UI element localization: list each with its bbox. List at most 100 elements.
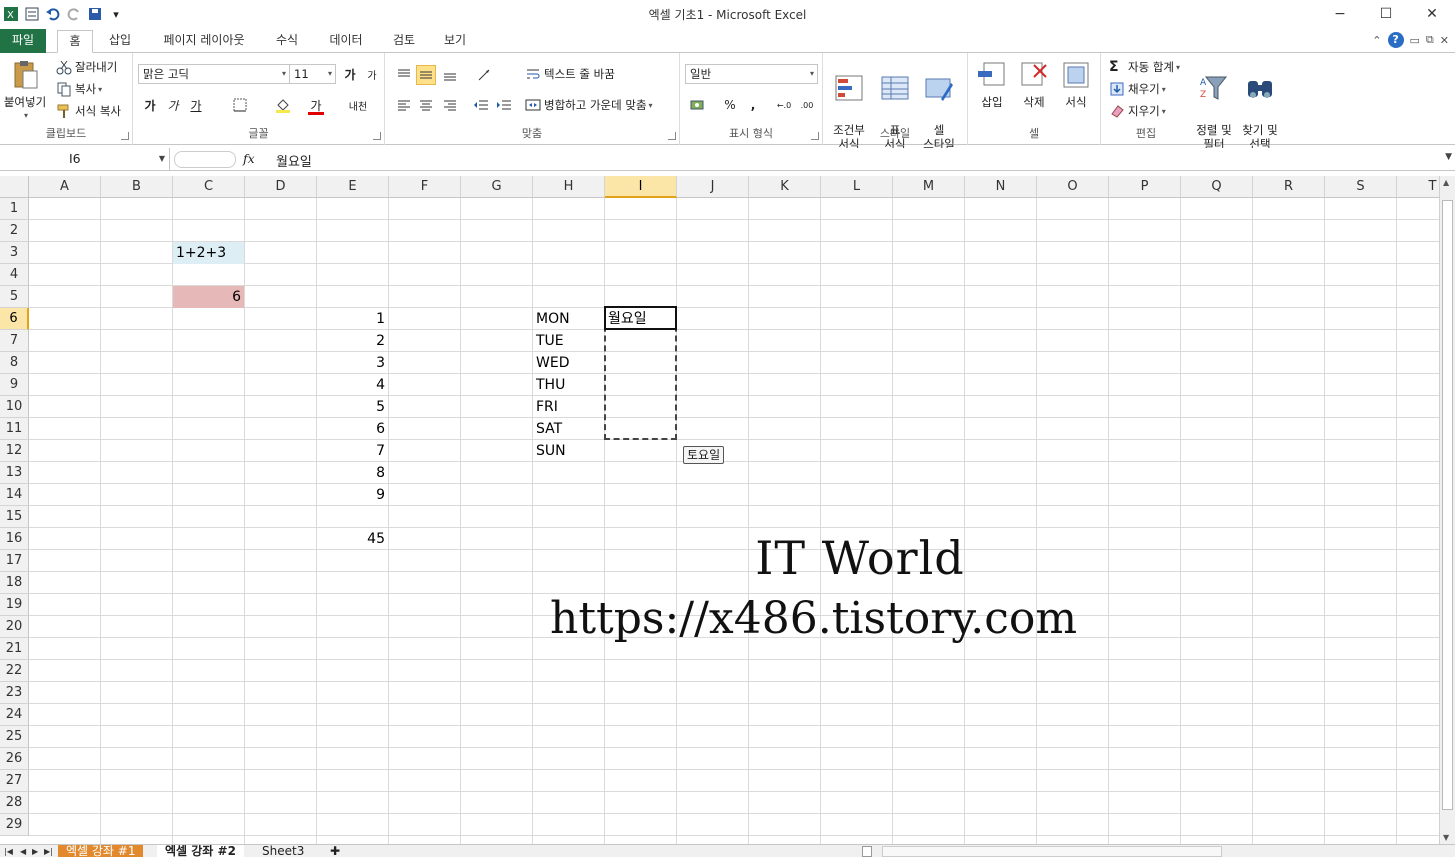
cell-e9[interactable]: 4 bbox=[317, 374, 388, 396]
collapse-ribbon-icon[interactable]: ⌃ bbox=[1372, 34, 1381, 47]
delete-cells-button[interactable]: 삭제 bbox=[1012, 59, 1056, 109]
clipboard-launcher-icon[interactable] bbox=[121, 132, 129, 140]
column-header-l[interactable]: L bbox=[821, 176, 893, 198]
cell-h10[interactable]: FRI bbox=[533, 396, 604, 418]
active-cell-border[interactable] bbox=[604, 306, 677, 330]
cell-h7[interactable]: TUE bbox=[533, 330, 604, 352]
font-size-combo[interactable]: 11 ▾ bbox=[289, 64, 336, 84]
underline-button[interactable]: 가 bbox=[186, 95, 206, 115]
comma-button[interactable]: , bbox=[743, 95, 763, 115]
scrollbar-thumb[interactable] bbox=[1442, 200, 1453, 810]
tab-view[interactable]: 보기 bbox=[434, 30, 476, 53]
row-header-10[interactable]: 10 bbox=[0, 396, 29, 418]
tab-review[interactable]: 검토 bbox=[383, 30, 425, 53]
cell-h6[interactable]: MON bbox=[533, 308, 604, 330]
row-header-12[interactable]: 12 bbox=[0, 440, 29, 462]
align-top-icon[interactable] bbox=[394, 65, 414, 85]
hscroll-left-icon[interactable] bbox=[862, 846, 872, 857]
minimize-button[interactable]: − bbox=[1317, 2, 1363, 26]
column-header-q[interactable]: Q bbox=[1181, 176, 1253, 198]
worksheet-grid[interactable]: ABCDEFGHIJKLMNOPQRST 1 2 3 4 5 6 7 8 9 10 11 12 13 14… bbox=[0, 176, 1439, 844]
tab-page-layout[interactable]: 페이지 레이아웃 bbox=[150, 30, 258, 53]
formula-input[interactable]: 월요일 bbox=[276, 151, 312, 170]
shrink-font-button[interactable]: 가 bbox=[362, 64, 382, 84]
row-header-18[interactable]: 18 bbox=[0, 572, 29, 594]
phonetic-button[interactable]: 내천 bbox=[348, 95, 368, 115]
tab-file[interactable]: 파일 bbox=[0, 29, 46, 53]
doc-close-icon[interactable]: ✕ bbox=[1440, 34, 1449, 47]
row-header-23[interactable]: 23 bbox=[0, 682, 29, 704]
sheet-tab-3[interactable]: Sheet3 bbox=[254, 845, 312, 857]
help-icon[interactable]: ? bbox=[1387, 32, 1404, 48]
align-right-icon[interactable] bbox=[440, 95, 460, 115]
close-button[interactable]: ✕ bbox=[1409, 2, 1455, 26]
sheet-tab-2[interactable]: 엑셀 강좌 #2 bbox=[157, 845, 244, 857]
row-header-16[interactable]: 16 bbox=[0, 528, 29, 550]
column-header-p[interactable]: P bbox=[1109, 176, 1181, 198]
row-header-14[interactable]: 14 bbox=[0, 484, 29, 506]
row-header-5[interactable]: 5 bbox=[0, 286, 29, 308]
orientation-icon[interactable] bbox=[475, 65, 495, 85]
row-header-22[interactable]: 22 bbox=[0, 660, 29, 682]
cut-button[interactable]: 잘라내기 bbox=[56, 59, 117, 75]
font-color-button[interactable]: 가 bbox=[306, 95, 326, 115]
cell-e7[interactable]: 2 bbox=[317, 330, 388, 352]
column-header-s[interactable]: S bbox=[1325, 176, 1397, 198]
expand-formula-bar-icon[interactable]: ▼ bbox=[1445, 152, 1452, 162]
tab-insert[interactable]: 삽입 bbox=[99, 30, 141, 53]
border-icon[interactable] bbox=[230, 95, 250, 115]
row-header-25[interactable]: 25 bbox=[0, 726, 29, 748]
currency-icon[interactable] bbox=[688, 95, 708, 115]
cell-e6[interactable]: 1 bbox=[317, 308, 388, 330]
row-header-19[interactable]: 19 bbox=[0, 594, 29, 616]
row-header-26[interactable]: 26 bbox=[0, 748, 29, 770]
row-header-4[interactable]: 4 bbox=[0, 264, 29, 286]
prev-sheet-icon[interactable]: ◀ bbox=[20, 845, 26, 857]
increase-indent-icon[interactable] bbox=[494, 95, 514, 115]
percent-button[interactable]: % bbox=[720, 95, 740, 115]
row-header-2[interactable]: 2 bbox=[0, 220, 29, 242]
cell-e16[interactable]: 45 bbox=[317, 528, 388, 550]
format-painter-button[interactable]: 서식 복사 bbox=[56, 103, 121, 119]
first-sheet-icon[interactable]: |◀ bbox=[4, 845, 13, 857]
column-header-j[interactable]: J bbox=[677, 176, 749, 198]
cell-e10[interactable]: 5 bbox=[317, 396, 388, 418]
cell-e14[interactable]: 9 bbox=[317, 484, 388, 506]
align-center-icon[interactable] bbox=[416, 95, 436, 115]
cell-h12[interactable]: SUN bbox=[533, 440, 604, 462]
column-header-h[interactable]: H bbox=[533, 176, 605, 198]
alignment-launcher-icon[interactable] bbox=[668, 132, 676, 140]
tab-home[interactable]: 홈 bbox=[57, 30, 93, 53]
row-header-13[interactable]: 13 bbox=[0, 462, 29, 484]
align-left-icon[interactable] bbox=[394, 95, 414, 115]
fill-color-icon[interactable] bbox=[273, 95, 293, 115]
last-sheet-icon[interactable]: ▶| bbox=[44, 845, 53, 857]
scroll-down-icon[interactable]: ▼ bbox=[1443, 833, 1449, 842]
row-header-7[interactable]: 7 bbox=[0, 330, 29, 352]
align-bottom-icon[interactable] bbox=[440, 65, 460, 85]
row-header-24[interactable]: 24 bbox=[0, 704, 29, 726]
column-header-c[interactable]: C bbox=[173, 176, 245, 198]
column-header-m[interactable]: M bbox=[893, 176, 965, 198]
row-header-20[interactable]: 20 bbox=[0, 616, 29, 638]
autosum-button[interactable]: Σ 자동 합계 ▾ bbox=[1109, 59, 1180, 75]
column-header-a[interactable]: A bbox=[29, 176, 101, 198]
format-cells-button[interactable]: 서식 bbox=[1054, 59, 1098, 109]
column-header-i[interactable]: I bbox=[605, 176, 677, 198]
insert-cells-button[interactable]: 삽입 bbox=[970, 59, 1014, 109]
cell-h11[interactable]: SAT bbox=[533, 418, 604, 440]
fill-button[interactable]: 채우기 ▾ bbox=[1109, 81, 1166, 97]
column-header-g[interactable]: G bbox=[461, 176, 533, 198]
sort-filter-button[interactable]: AZ 정렬 및 필터 bbox=[1191, 59, 1237, 151]
cell-e12[interactable]: 7 bbox=[317, 440, 388, 462]
maximize-button[interactable]: ☐ bbox=[1363, 2, 1409, 26]
row-header-17[interactable]: 17 bbox=[0, 550, 29, 572]
row-header-3[interactable]: 3 bbox=[0, 242, 29, 264]
font-launcher-icon[interactable] bbox=[373, 132, 381, 140]
number-launcher-icon[interactable] bbox=[811, 132, 819, 140]
cell-h9[interactable]: THU bbox=[533, 374, 604, 396]
cell-c5[interactable]: 6 bbox=[173, 286, 244, 308]
new-sheet-icon[interactable]: ✚ bbox=[322, 845, 348, 857]
tab-formulas[interactable]: 수식 bbox=[265, 30, 309, 53]
tab-data[interactable]: 데이터 bbox=[320, 30, 372, 53]
